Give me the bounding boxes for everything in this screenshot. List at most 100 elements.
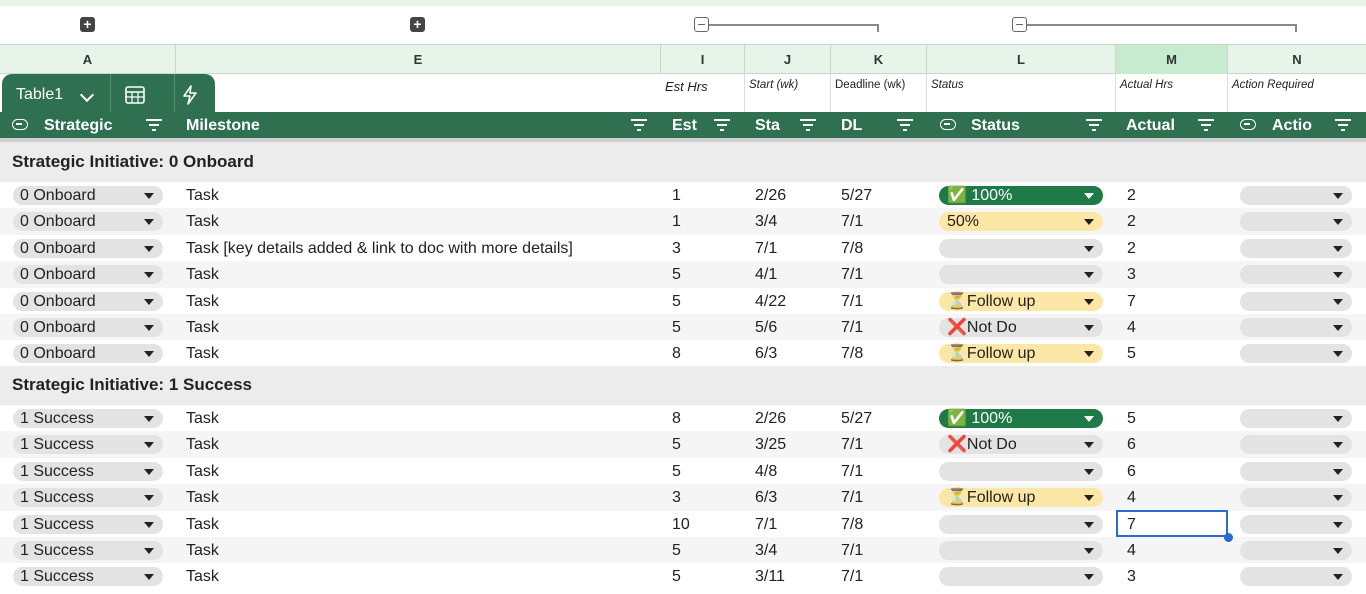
actual-hrs-cell[interactable]: 7 <box>1127 288 1136 314</box>
dropdown-arrow-icon[interactable] <box>144 245 154 252</box>
actual-hrs-cell[interactable]: 2 <box>1127 182 1136 208</box>
filter-icon[interactable] <box>1335 119 1351 131</box>
est-hrs-cell[interactable]: 5 <box>672 314 681 340</box>
strategic-dropdown[interactable]: 0 Onboard <box>13 186 163 205</box>
dropdown-arrow-icon[interactable] <box>1333 442 1343 449</box>
status-dropdown[interactable] <box>939 238 1103 258</box>
dropdown-arrow-icon[interactable] <box>144 325 154 331</box>
start-week-cell[interactable]: 7/1 <box>755 235 777 261</box>
dropdown-arrow-icon[interactable] <box>1333 495 1343 502</box>
status-dropdown[interactable]: ✅ 100% <box>939 186 1103 205</box>
header-actual[interactable]: Actual <box>1126 112 1175 138</box>
status-dropdown[interactable]: ⏳Follow up <box>939 488 1103 508</box>
filter-icon[interactable] <box>1198 119 1214 131</box>
strategic-dropdown[interactable]: 1 Success <box>13 409 163 428</box>
milestone-cell[interactable]: Task <box>186 182 219 208</box>
dropdown-arrow-icon[interactable] <box>144 351 154 358</box>
strategic-dropdown[interactable]: 1 Success <box>13 541 163 560</box>
filter-icon[interactable] <box>1086 119 1102 131</box>
column-letter-j[interactable]: J <box>745 45 831 74</box>
column-letter-k[interactable]: K <box>831 45 927 74</box>
milestone-cell[interactable]: Task <box>186 405 219 431</box>
header-status[interactable]: Status <box>971 112 1020 138</box>
strategic-dropdown[interactable]: 0 Onboard <box>13 212 163 232</box>
dropdown-arrow-icon[interactable] <box>1084 495 1094 502</box>
est-hrs-cell[interactable]: 5 <box>672 261 681 287</box>
dropdown-arrow-icon[interactable] <box>1084 521 1094 528</box>
action-required-dropdown[interactable] <box>1240 291 1352 311</box>
lightning-icon[interactable] <box>180 84 200 111</box>
actual-hrs-cell[interactable]: 6 <box>1127 458 1136 484</box>
start-week-cell[interactable]: 5/6 <box>755 314 777 340</box>
dropdown-arrow-icon[interactable] <box>1333 574 1343 581</box>
column-letter-m[interactable]: M <box>1116 45 1228 74</box>
deadline-week-cell[interactable]: 7/1 <box>841 537 863 563</box>
dropdown-arrow-icon[interactable] <box>1333 521 1343 528</box>
dropdown-arrow-icon[interactable] <box>144 193 154 199</box>
filter-icon[interactable] <box>714 119 730 131</box>
dropdown-arrow-icon[interactable] <box>1333 272 1343 279</box>
action-required-dropdown[interactable] <box>1240 212 1352 232</box>
dropdown-arrow-icon[interactable] <box>144 521 154 528</box>
strategic-dropdown[interactable]: 0 Onboard <box>13 344 163 364</box>
milestone-cell[interactable]: Task <box>186 563 219 589</box>
action-required-dropdown[interactable] <box>1240 461 1352 481</box>
est-hrs-cell[interactable]: 1 <box>672 182 681 208</box>
action-required-dropdown[interactable] <box>1240 265 1352 285</box>
actual-hrs-cell[interactable]: 4 <box>1127 484 1136 510</box>
dropdown-arrow-icon[interactable] <box>1333 325 1343 331</box>
start-week-cell[interactable]: 2/26 <box>755 405 786 431</box>
start-week-cell[interactable]: 3/11 <box>755 563 785 589</box>
column-letter-e[interactable]: E <box>176 45 661 74</box>
strategic-dropdown[interactable]: 0 Onboard <box>13 291 163 311</box>
actual-hrs-cell[interactable]: 4 <box>1127 537 1136 563</box>
header-deadline[interactable]: DL <box>841 112 862 138</box>
start-week-cell[interactable]: 3/25 <box>755 431 786 457</box>
dropdown-arrow-icon[interactable] <box>1084 442 1094 449</box>
est-hrs-cell[interactable]: 3 <box>672 235 681 261</box>
deadline-week-cell[interactable]: 5/27 <box>841 405 872 431</box>
milestone-cell[interactable]: Task <box>186 458 219 484</box>
dropdown-arrow-icon[interactable] <box>1084 548 1094 554</box>
strategic-dropdown[interactable]: 0 Onboard <box>13 318 163 337</box>
strategic-dropdown[interactable]: 1 Success <box>13 488 163 508</box>
actual-hrs-cell[interactable]: 5 <box>1127 340 1136 366</box>
strategic-dropdown[interactable]: 1 Success <box>13 461 163 481</box>
start-week-cell[interactable]: 3/4 <box>755 537 777 563</box>
chevron-down-icon[interactable] <box>79 87 95 103</box>
status-dropdown[interactable]: ❌Not Do <box>939 435 1103 455</box>
deadline-week-cell[interactable]: 7/8 <box>841 340 863 366</box>
dropdown-arrow-icon[interactable] <box>144 495 154 502</box>
status-dropdown[interactable]: ✅ 100% <box>939 409 1103 428</box>
actual-hrs-cell[interactable]: 4 <box>1127 314 1136 340</box>
strategic-dropdown[interactable]: 0 Onboard <box>13 238 163 258</box>
actual-hrs-cell[interactable]: 3 <box>1127 563 1136 589</box>
action-required-dropdown[interactable] <box>1240 435 1352 455</box>
dropdown-arrow-icon[interactable] <box>1333 298 1343 305</box>
group-header[interactable]: Strategic Initiative: 0 Onboard <box>0 142 1366 182</box>
milestone-cell[interactable]: Task <box>186 537 219 563</box>
action-required-dropdown[interactable] <box>1240 488 1352 508</box>
dropdown-arrow-icon[interactable] <box>1084 416 1094 422</box>
dropdown-arrow-icon[interactable] <box>144 219 154 226</box>
status-dropdown[interactable] <box>939 265 1103 285</box>
start-week-cell[interactable]: 7/1 <box>755 511 777 537</box>
column-letter-i[interactable]: I <box>661 45 745 74</box>
actual-hrs-cell[interactable]: 6 <box>1127 431 1136 457</box>
start-week-cell[interactable]: 4/8 <box>755 458 777 484</box>
column-letter-n[interactable]: N <box>1228 45 1366 74</box>
est-hrs-cell[interactable]: 1 <box>672 208 681 234</box>
deadline-week-cell[interactable]: 7/1 <box>841 563 863 589</box>
header-strategic[interactable]: Strategic <box>44 112 112 138</box>
dropdown-arrow-icon[interactable] <box>1084 193 1094 199</box>
calendar-grid-icon[interactable] <box>124 84 146 111</box>
dropdown-arrow-icon[interactable] <box>144 548 154 554</box>
status-dropdown[interactable]: ❌Not Do <box>939 318 1103 337</box>
dropdown-arrow-icon[interactable] <box>1084 325 1094 331</box>
milestone-cell[interactable]: Task [key details added & link to doc wi… <box>186 235 573 261</box>
dropdown-arrow-icon[interactable] <box>1084 219 1094 226</box>
header-action[interactable]: Actio <box>1272 112 1312 138</box>
deadline-week-cell[interactable]: 7/1 <box>841 458 863 484</box>
header-milestone[interactable]: Milestone <box>186 112 260 138</box>
deadline-week-cell[interactable]: 5/27 <box>841 182 872 208</box>
